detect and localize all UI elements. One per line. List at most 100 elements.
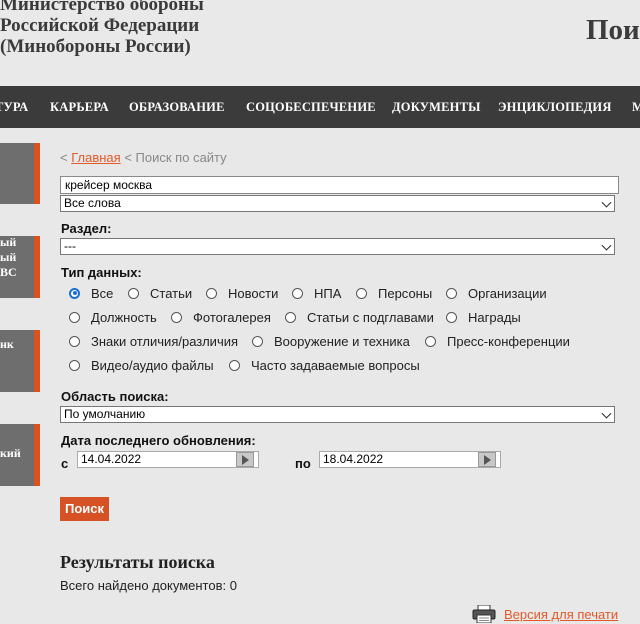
scope-value: По умолчанию	[64, 407, 146, 421]
ministry-logo-text[interactable]: Министерство обороны Российской Федераци…	[0, 0, 204, 57]
data-type-option-press-conferences[interactable]: Пресс-конференции	[425, 333, 570, 349]
data-type-option-label: Знаки отличия/различия	[91, 333, 239, 349]
radio-icon[interactable]	[292, 287, 303, 299]
sidebar-block-4[interactable]: кий	[0, 424, 40, 486]
data-type-label: Тип данных:	[61, 265, 142, 280]
radio-icon[interactable]	[252, 335, 263, 347]
data-type-option-label: НПА	[314, 285, 342, 301]
data-type-option-faq[interactable]: Часто задаваемые вопросы	[229, 357, 420, 373]
ministry-line-2: Российской Федерации	[0, 15, 200, 36]
radio-icon[interactable]	[446, 311, 457, 323]
breadcrumb-current: Поиск по сайту	[135, 150, 227, 165]
radio-icon[interactable]	[446, 287, 457, 299]
date-to-input[interactable]: 18.04.2022	[319, 451, 501, 468]
sidebar-block-4-line-1: кий	[0, 446, 21, 460]
date-to-label: по	[295, 456, 311, 471]
data-type-option-label: Статьи	[150, 285, 193, 301]
nav-item-documents[interactable]: ДОКУМЕНТЫ	[392, 86, 481, 128]
radio-icon[interactable]	[285, 311, 296, 323]
print-version-link[interactable]: Версия для печати	[504, 607, 618, 622]
data-type-option-label: Пресс-конференции	[447, 333, 570, 349]
nav-item-career[interactable]: КАРЬЕРА	[50, 86, 109, 128]
date-to-picker-icon[interactable]	[478, 452, 496, 467]
data-type-option-position[interactable]: Должность	[69, 309, 157, 325]
sidebar-block-2[interactable]: ый ый ВС	[0, 236, 40, 298]
date-label: Дата последнего обновления:	[61, 433, 256, 448]
data-type-option-label: Часто задаваемые вопросы	[251, 357, 420, 373]
search-query-value: крейсер москва	[65, 178, 153, 192]
ministry-line-1: Министерство обороны	[0, 0, 204, 15]
data-type-option-insignia[interactable]: Знаки отличия/различия	[69, 333, 238, 349]
date-to-value: 18.04.2022	[323, 452, 384, 466]
data-type-option-label: Новости	[228, 285, 279, 301]
data-type-option-articles[interactable]: Статьи	[128, 285, 192, 301]
radio-icon[interactable]	[69, 359, 80, 371]
radio-icon[interactable]	[206, 287, 217, 299]
date-from-value: 14.04.2022	[81, 452, 142, 466]
chevron-down-icon	[601, 408, 612, 419]
data-type-option-organizations[interactable]: Организации	[446, 285, 547, 301]
printer-icon[interactable]	[472, 605, 496, 623]
data-type-option-label: Статьи с подглавами	[307, 309, 434, 325]
data-type-option-articles-subchapters[interactable]: Статьи с подглавами	[285, 309, 434, 325]
data-type-option-label: Награды	[468, 309, 521, 325]
data-type-option-video-audio[interactable]: Видео/аудио файлы	[69, 357, 214, 373]
search-query-input[interactable]: крейсер москва	[60, 176, 619, 194]
sidebar-block-2-line-3: ВС	[0, 265, 17, 279]
search-submit-button[interactable]: Поиск	[60, 497, 109, 521]
date-from-input[interactable]: 14.04.2022	[77, 451, 259, 468]
data-type-option-label: Видео/аудио файлы	[91, 357, 214, 373]
data-type-option-label: Персоны	[378, 285, 433, 301]
data-type-option-label: Вооружение и техника	[274, 333, 410, 349]
scope-select[interactable]: По умолчанию	[60, 406, 615, 423]
nav-item-social-security[interactable]: СОЦОБЕСПЕЧЕНИЕ	[246, 86, 376, 128]
scope-label: Область поиска:	[61, 389, 169, 404]
radio-icon[interactable]	[69, 311, 80, 323]
match-mode-value: Все слова	[64, 196, 121, 210]
sidebar-block-1[interactable]	[0, 143, 40, 204]
nav-item-culture[interactable]: ТУРА	[0, 86, 28, 128]
radio-icon[interactable]	[128, 287, 139, 299]
breadcrumb-home-link[interactable]: Главная	[71, 150, 120, 165]
section-select[interactable]: ---	[60, 238, 615, 255]
radio-icon[interactable]	[425, 335, 436, 347]
site-header: Министерство обороны Российской Федераци…	[0, 0, 640, 86]
ministry-line-3: (Минобороны России)	[0, 36, 191, 57]
data-type-option-weapons[interactable]: Вооружение и техника	[252, 333, 410, 349]
radio-icon[interactable]	[356, 287, 367, 299]
section-value: ---	[64, 239, 76, 253]
radio-icon[interactable]	[69, 335, 80, 347]
radio-checked-icon[interactable]	[69, 287, 80, 299]
data-type-option-photo-gallery[interactable]: Фотогалерея	[171, 309, 271, 325]
data-type-option-awards[interactable]: Награды	[446, 309, 521, 325]
date-from-label: с	[61, 456, 69, 471]
breadcrumb-separator: <	[124, 150, 132, 165]
data-type-option-persons[interactable]: Персоны	[356, 285, 432, 301]
match-mode-select[interactable]: Все слова	[60, 195, 615, 212]
data-type-option-news[interactable]: Новости	[206, 285, 278, 301]
results-title: Результаты поиска	[60, 552, 215, 572]
sidebar-block-3[interactable]: нк	[0, 330, 40, 392]
radio-icon[interactable]	[171, 311, 182, 323]
sidebar-block-2-line-1: ый	[0, 236, 17, 249]
print-version: Версия для печати	[472, 605, 618, 623]
breadcrumb-prefix: <	[60, 150, 68, 165]
sidebar-block-2-line-2: ый	[0, 250, 17, 264]
data-type-option-all[interactable]: Все	[69, 285, 113, 301]
results-count: Всего найдено документов: 0	[60, 578, 237, 593]
date-from-picker-icon[interactable]	[236, 452, 254, 467]
data-type-option-npa[interactable]: НПА	[292, 285, 341, 301]
data-type-option-label: Должность	[91, 309, 157, 325]
nav-item-encyclopedia[interactable]: ЭНЦИКЛОПЕДИЯ	[498, 86, 612, 128]
data-type-option-label: Все	[91, 285, 114, 301]
breadcrumb: < Главная < Поиск по сайту	[60, 150, 227, 165]
main-nav: ТУРА КАРЬЕРА ОБРАЗОВАНИЕ СОЦОБЕСПЕЧЕНИЕ …	[0, 86, 640, 128]
chevron-down-icon	[601, 240, 612, 251]
section-label: Раздел:	[61, 221, 112, 236]
radio-icon[interactable]	[229, 359, 240, 371]
data-type-option-label: Фотогалерея	[193, 309, 271, 325]
chevron-down-icon	[601, 197, 612, 208]
nav-item-more[interactable]: М	[632, 86, 640, 128]
nav-item-education[interactable]: ОБРАЗОВАНИЕ	[129, 86, 225, 128]
data-type-option-label: Организации	[468, 285, 547, 301]
